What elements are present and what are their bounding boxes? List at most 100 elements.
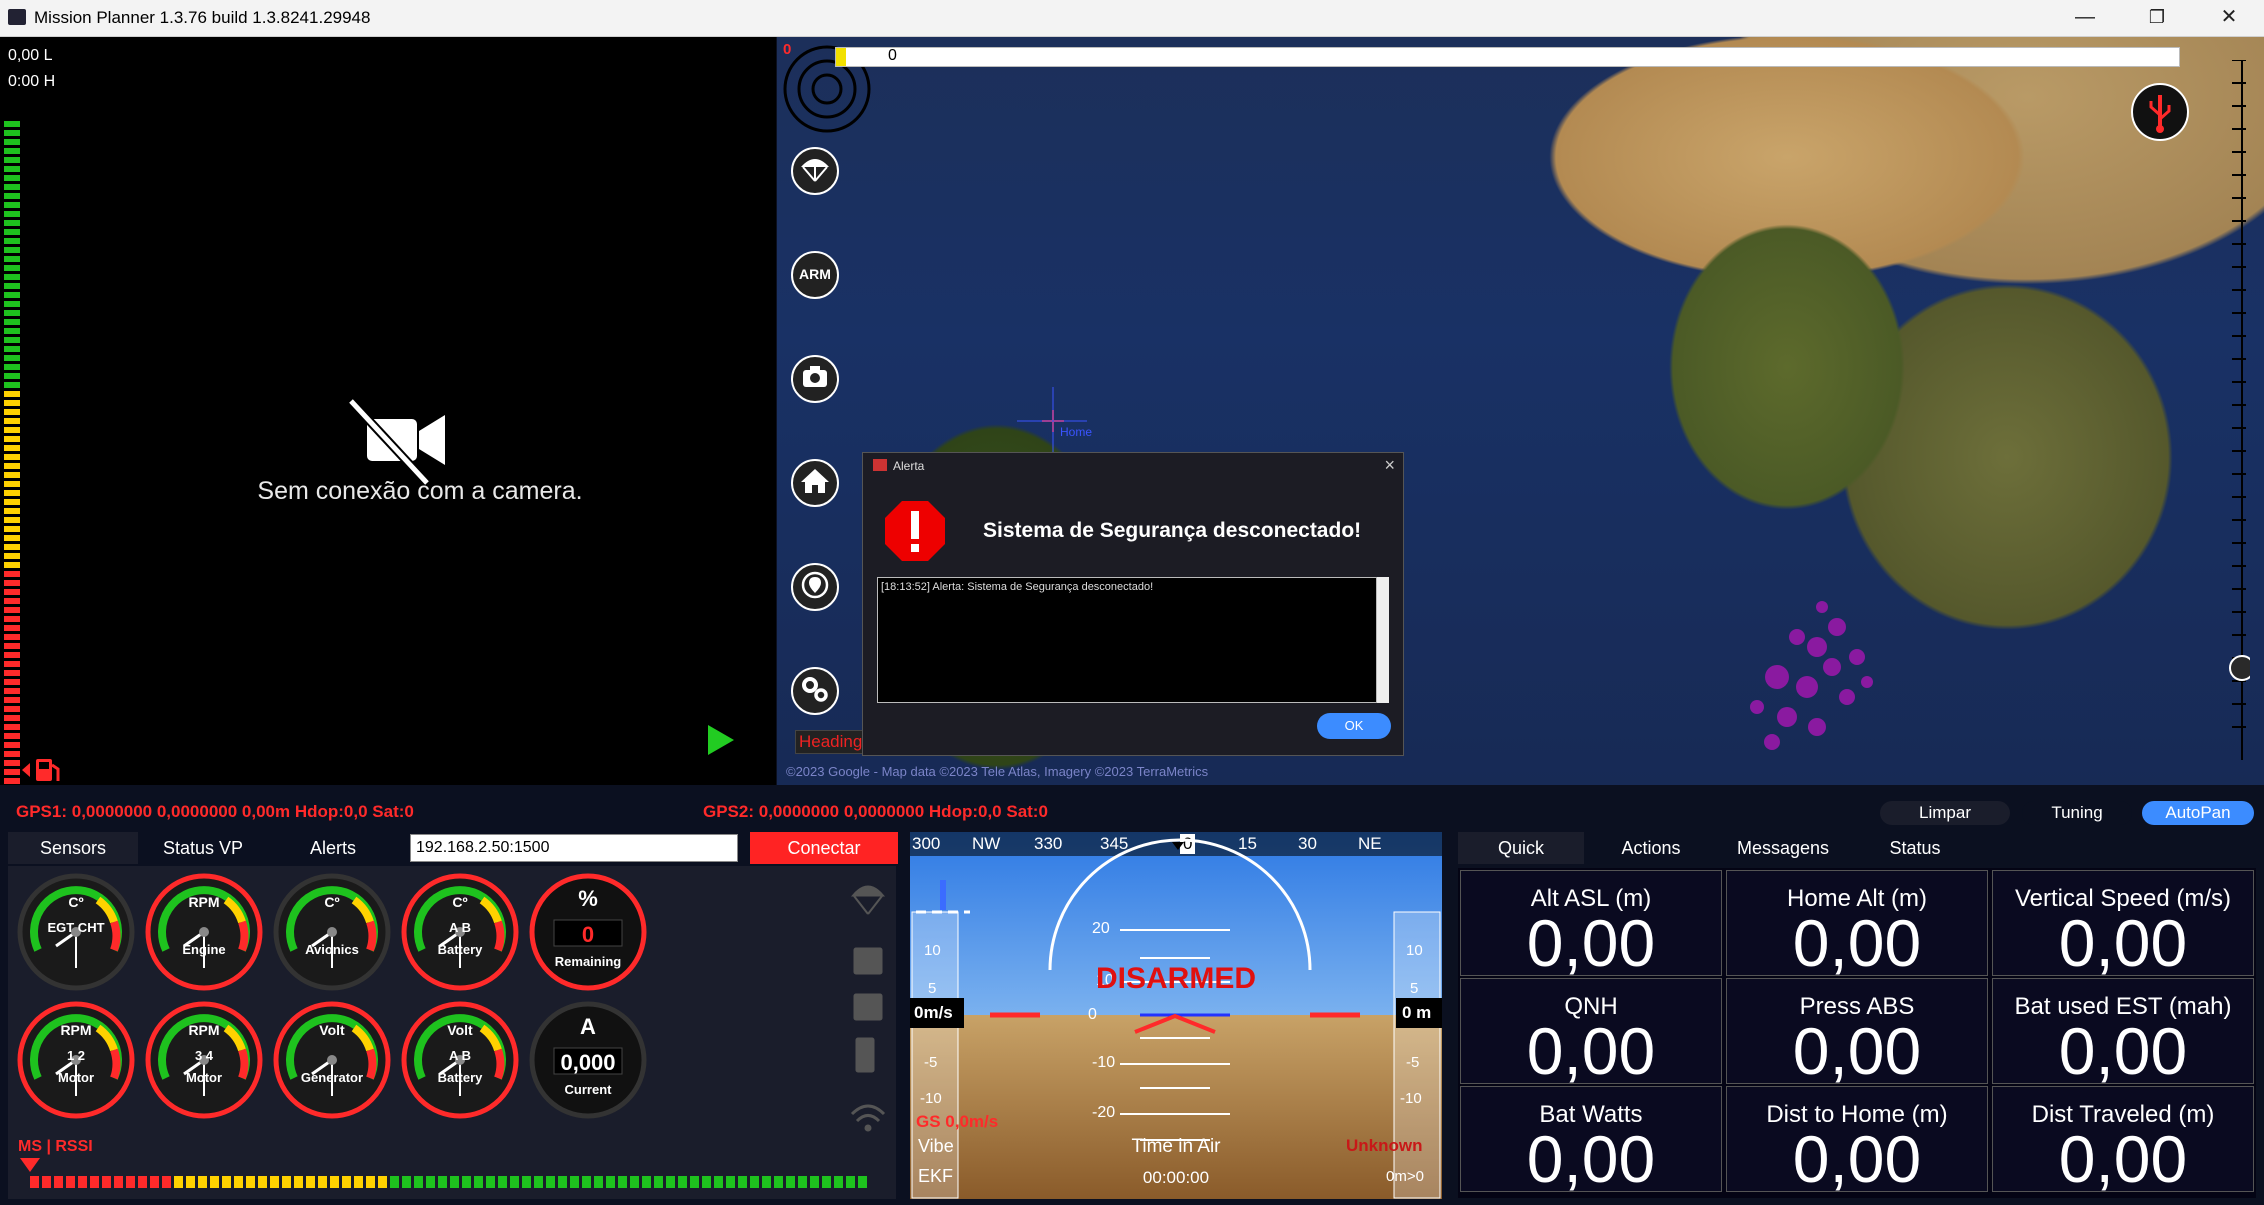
tuning-button[interactable]: Tuning	[2022, 801, 2132, 825]
maximize-button[interactable]: ❐	[2122, 0, 2192, 36]
tab-quick[interactable]: Quick	[1458, 832, 1584, 864]
rssi-segment	[834, 1176, 843, 1188]
level-segment	[4, 580, 20, 586]
level-segment	[4, 319, 20, 325]
level-segment	[4, 274, 20, 280]
rssi-segment	[198, 1176, 207, 1188]
quick-cell[interactable]: Dist Traveled (m) 0,00	[1992, 1086, 2254, 1196]
gauge-unit: Volt	[319, 1022, 345, 1038]
arm-button[interactable]: ARM	[791, 251, 839, 299]
rssi-segment	[630, 1176, 639, 1188]
level-segment	[4, 598, 20, 604]
rssi-segment	[510, 1176, 519, 1188]
gauge-sublabel: 1 2	[66, 1048, 86, 1063]
rssi-segment	[78, 1176, 87, 1188]
quick-cell[interactable]: Home Alt (m) 0,00	[1726, 870, 1988, 980]
rssi-segment	[570, 1176, 579, 1188]
quick-value: 0,00	[2058, 1014, 2188, 1088]
tab-status[interactable]: Status	[1852, 832, 1978, 864]
parachute-button[interactable]	[791, 147, 839, 195]
speed-readout: 0m/s	[910, 998, 964, 1028]
gauge-sublabel: 3 4	[194, 1048, 214, 1063]
level-segment	[4, 463, 20, 469]
play-icon[interactable]	[706, 723, 736, 757]
level-segment	[4, 175, 20, 181]
globe-location-button[interactable]	[791, 563, 839, 611]
quick-cell[interactable]: Bat used EST (mah) 0,00	[1992, 978, 2254, 1088]
wifi-icon	[850, 1104, 886, 1116]
rssi-segment	[774, 1176, 783, 1188]
side-icons	[850, 885, 886, 1132]
dial-gauge: RPM 3 4 Motor	[144, 1000, 264, 1120]
quick-cell[interactable]: Bat Watts 0,00	[1460, 1086, 1722, 1196]
rssi-segment	[174, 1176, 183, 1188]
level-segment	[4, 616, 20, 622]
alt-readout: 0 m	[1396, 998, 1442, 1028]
rssi-segment	[342, 1176, 351, 1188]
level-meter	[4, 121, 20, 793]
autopan-button[interactable]: AutoPan	[2142, 801, 2254, 825]
rssi-pointer-icon	[20, 1158, 40, 1172]
rssi-segment	[594, 1176, 603, 1188]
quick-value: 0,00	[1792, 1122, 1922, 1196]
level-segment	[4, 256, 20, 262]
close-button[interactable]: ✕	[2194, 0, 2264, 36]
zoom-handle[interactable]	[2229, 655, 2250, 681]
rssi-segment	[858, 1176, 867, 1188]
level-segment	[4, 751, 20, 757]
address-input[interactable]	[410, 834, 738, 862]
rssi-segment	[558, 1176, 567, 1188]
stop-warning-icon	[885, 501, 945, 561]
camera-button[interactable]	[791, 355, 839, 403]
pitch-label: -10	[1092, 1054, 1116, 1071]
level-segment	[4, 526, 20, 532]
pitch-label: 0	[1088, 1006, 1097, 1023]
dialog-scrollbar[interactable]	[1377, 577, 1389, 703]
quick-cell[interactable]: QNH 0,00	[1460, 978, 1722, 1088]
level-segment	[4, 310, 20, 316]
quick-cell[interactable]: Press ABS 0,00	[1726, 978, 1988, 1088]
hud: 300 NW 330 345 0 15 30 NE 20 10 0 -10 -2…	[910, 832, 1442, 1199]
usb-icon	[2149, 95, 2171, 133]
level-segment	[4, 688, 20, 694]
level-segment	[4, 607, 20, 613]
rssi-segment	[186, 1176, 195, 1188]
quick-cell[interactable]: Alt ASL (m) 0,00	[1460, 870, 1722, 980]
rssi-segment	[546, 1176, 555, 1188]
quick-value: 0,00	[1526, 1014, 1656, 1088]
quick-value: 0,00	[1526, 1122, 1656, 1196]
rssi-segment	[210, 1176, 219, 1188]
level-segment	[4, 166, 20, 172]
tab-messagens[interactable]: Messagens	[1718, 832, 1848, 864]
level-segment	[4, 193, 20, 199]
gauge-label: Motor	[185, 1070, 223, 1085]
limpar-button[interactable]: Limpar	[1880, 801, 2010, 825]
tab-actions[interactable]: Actions	[1588, 832, 1714, 864]
rssi-segment	[822, 1176, 831, 1188]
rssi-segment	[246, 1176, 255, 1188]
dialog-close-icon[interactable]: ×	[1384, 455, 1395, 476]
ok-button[interactable]: OK	[1317, 713, 1391, 739]
settings-button[interactable]	[791, 667, 839, 715]
tab-alerts[interactable]: Alerts	[268, 832, 398, 864]
rssi-segment	[678, 1176, 687, 1188]
rssi-segment	[522, 1176, 531, 1188]
gauge-label: Current	[564, 1082, 612, 1097]
gauge-digital-value: 0,000	[560, 1050, 616, 1075]
rssi-segment	[402, 1176, 411, 1188]
rssi-segment	[798, 1176, 807, 1188]
connect-button[interactable]: Conectar	[750, 832, 898, 864]
rssi-segment	[786, 1176, 795, 1188]
gps1-status: GPS1: 0,0000000 0,0000000 0,00m Hdop:0,0…	[16, 802, 414, 821]
usb-connection-button[interactable]	[2131, 83, 2189, 141]
quick-cell[interactable]: Dist to Home (m) 0,00	[1726, 1086, 1988, 1196]
home-marker-label: Home	[1060, 425, 1093, 439]
level-segment	[4, 733, 20, 739]
tab-sensors[interactable]: Sensors	[8, 832, 138, 864]
level-segment	[4, 184, 20, 190]
minimize-button[interactable]: —	[2050, 0, 2120, 36]
quick-cell[interactable]: Vertical Speed (m/s) 0,00	[1992, 870, 2254, 980]
zoom-slider[interactable]	[2210, 60, 2250, 760]
tab-status-vp[interactable]: Status VP	[140, 832, 266, 864]
home-button[interactable]	[791, 459, 839, 507]
